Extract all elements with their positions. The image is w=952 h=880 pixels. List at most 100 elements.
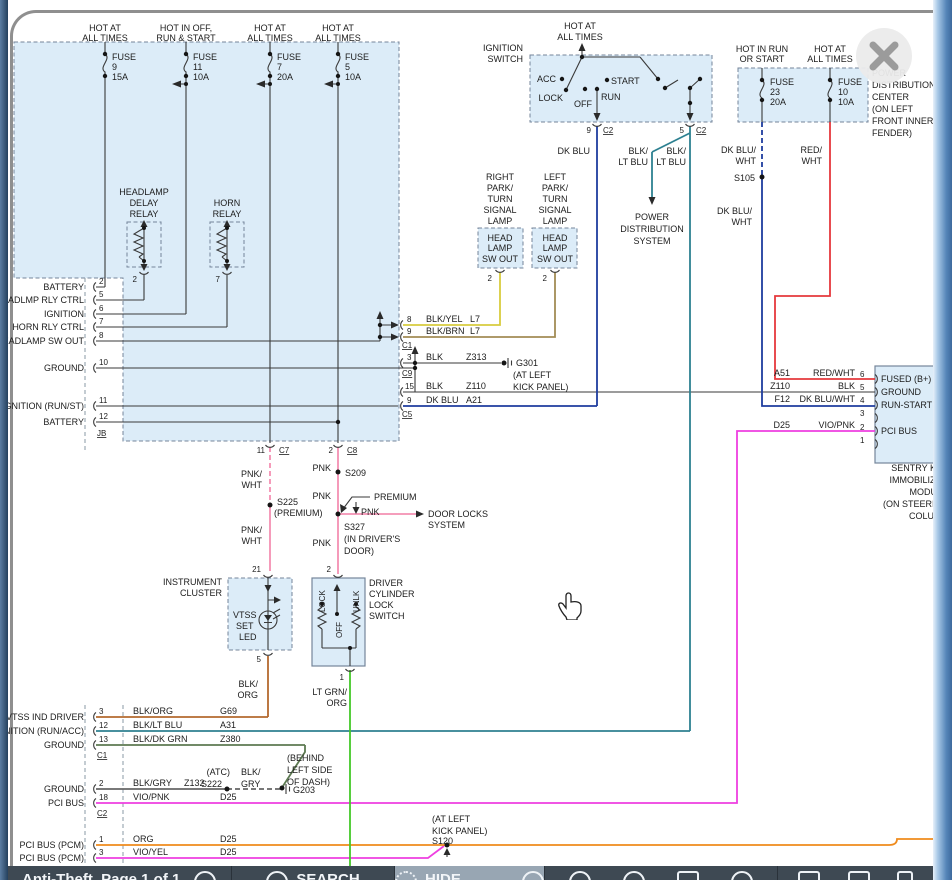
share-icon[interactable] bbox=[731, 871, 753, 880]
circuit-code: Z110 bbox=[466, 381, 486, 391]
wire-label: LT BLU bbox=[656, 157, 686, 167]
module-pin-label: PCI BUS bbox=[48, 798, 84, 808]
hide-wires-button[interactable]: HIDE WIRES bbox=[395, 866, 545, 880]
search-button[interactable]: SEARCH bbox=[232, 866, 395, 880]
wires-icon bbox=[395, 871, 417, 880]
lamp-caption: LAMP bbox=[488, 216, 513, 226]
page-info-section[interactable]: Anti-Theft, Page 1 of 1 bbox=[8, 866, 232, 880]
wire-label: LT BLU bbox=[618, 157, 648, 167]
history-icon[interactable] bbox=[623, 871, 645, 880]
relay-pin: 7 bbox=[216, 275, 221, 284]
lamp-box-text: SW OUT bbox=[537, 254, 573, 264]
pin-number: 6 bbox=[99, 304, 104, 313]
splice-label: S225 bbox=[277, 497, 298, 507]
fuse-label: 23 bbox=[770, 87, 780, 97]
skim-pin-label: FUSED (B+) bbox=[881, 374, 931, 384]
pin-number: 1 bbox=[99, 835, 104, 844]
power-distribution-system: DISTRIBUTION bbox=[620, 224, 684, 234]
pdc-caption-line: FRONT INNER bbox=[872, 116, 934, 126]
relay-label: RELAY bbox=[130, 209, 159, 219]
save-icon[interactable] bbox=[798, 871, 820, 880]
wire-label: DK BLU/ bbox=[717, 206, 753, 216]
pin-number: 13 bbox=[99, 735, 108, 744]
relay-pin: 2 bbox=[133, 275, 138, 284]
wire-color: DK BLU bbox=[426, 395, 459, 405]
pin-number: 2 bbox=[329, 446, 334, 455]
pin-number: 5 bbox=[257, 655, 262, 664]
circuit-code: A21 bbox=[466, 395, 482, 405]
wire-color: DK BLU/WHT bbox=[799, 394, 855, 404]
wire-label: BLK/ bbox=[241, 767, 261, 777]
splice-label: S120 bbox=[432, 836, 453, 846]
pin-number: 11 bbox=[257, 446, 266, 455]
door-locks-system: SYSTEM bbox=[428, 520, 465, 530]
fuse-label: FUSE bbox=[345, 52, 369, 62]
wire-label: ORG bbox=[237, 690, 258, 700]
pin-number: 2 bbox=[99, 277, 104, 286]
wire-label: DK BLU bbox=[557, 146, 590, 156]
wire-color: VIO/YEL bbox=[133, 847, 168, 857]
module-pin-label: GROUND bbox=[44, 363, 84, 373]
wire-label: WHT bbox=[242, 536, 263, 546]
wire-label: DK BLU/ bbox=[721, 145, 757, 155]
undo-icon[interactable] bbox=[522, 871, 544, 880]
wire-label: PNK bbox=[312, 491, 331, 501]
pin-number: 5 bbox=[680, 126, 685, 135]
lamp-caption: LEFT bbox=[544, 172, 567, 182]
circuit-code: D25 bbox=[220, 792, 237, 802]
lock-switch-title: SWITCH bbox=[369, 611, 405, 621]
relay-label: HORN bbox=[214, 198, 241, 208]
page-title: Anti-Theft, Page 1 of 1 bbox=[22, 871, 180, 880]
wiring-diagram: HOT AT ALL TIMES HOT IN OFF, RUN & START… bbox=[0, 0, 952, 880]
pin-number: 3 bbox=[407, 353, 412, 362]
splice-note: (IN DRIVER'S bbox=[344, 534, 400, 544]
connector-label: C1 bbox=[97, 751, 108, 760]
connector-label: C9 bbox=[402, 369, 413, 378]
feed-label: HOT AT bbox=[814, 44, 846, 54]
compare-icon[interactable] bbox=[677, 871, 699, 880]
print-icon[interactable] bbox=[848, 871, 870, 880]
wire-color: VIO/PNK bbox=[818, 420, 855, 430]
info-icon[interactable] bbox=[194, 871, 216, 880]
mouse-cursor-hand bbox=[556, 590, 582, 620]
connector-label: C2 bbox=[97, 809, 108, 818]
pin-number: 15 bbox=[405, 382, 414, 391]
export-tools-section bbox=[778, 866, 933, 880]
door-locks-system: DOOR LOCKS bbox=[428, 509, 488, 519]
pin-number: 12 bbox=[99, 721, 108, 730]
zoom-icon[interactable] bbox=[569, 871, 591, 880]
pdc-caption-line: CENTER bbox=[872, 92, 910, 102]
pin-number: 21 bbox=[252, 565, 261, 574]
pin-number: 4 bbox=[860, 396, 865, 405]
cluster-title: CLUSTER bbox=[180, 588, 223, 598]
fuse-label: 10A bbox=[193, 72, 209, 82]
pin-number: 1 bbox=[340, 673, 345, 682]
pin-number: 8 bbox=[407, 315, 412, 324]
circuit-code: L7 bbox=[470, 326, 480, 336]
lamp-caption: SIGNAL bbox=[538, 205, 571, 215]
module-pin-label: GROUND bbox=[44, 784, 84, 794]
fuse-label: FUSE bbox=[277, 52, 301, 62]
bottom-toolbar: Anti-Theft, Page 1 of 1 SEARCH HIDE WIRE… bbox=[8, 866, 933, 880]
wire-label: BLK/ bbox=[666, 146, 686, 156]
ground-label: KICK PANEL) bbox=[513, 382, 568, 392]
circuit-code: A31 bbox=[220, 720, 236, 730]
lamp-box-text: LAMP bbox=[543, 243, 568, 253]
pin-number: 9 bbox=[407, 327, 412, 336]
relay-label: RELAY bbox=[213, 209, 242, 219]
module-pin-label: HORN RLY CTRL bbox=[12, 322, 84, 332]
lock-switch-title: DRIVER bbox=[369, 578, 404, 588]
module-pin-label: HEADLAMP SW OUT bbox=[0, 336, 84, 346]
wire-label: PNK bbox=[312, 538, 331, 548]
mobile-icon[interactable] bbox=[897, 871, 913, 880]
switch-position: LOCK bbox=[538, 93, 563, 103]
circuit-code: D25 bbox=[773, 420, 790, 430]
lamp-box-text: HEAD bbox=[542, 233, 568, 243]
close-button[interactable] bbox=[856, 28, 912, 84]
feed-label: HOT AT bbox=[89, 23, 121, 33]
lamp-caption: TURN bbox=[488, 194, 513, 204]
feed-label: ALL TIMES bbox=[557, 32, 603, 42]
wire-color: BLK bbox=[838, 381, 855, 391]
pin-number: 5 bbox=[99, 290, 104, 299]
circuit-code: Z110 bbox=[770, 381, 790, 391]
